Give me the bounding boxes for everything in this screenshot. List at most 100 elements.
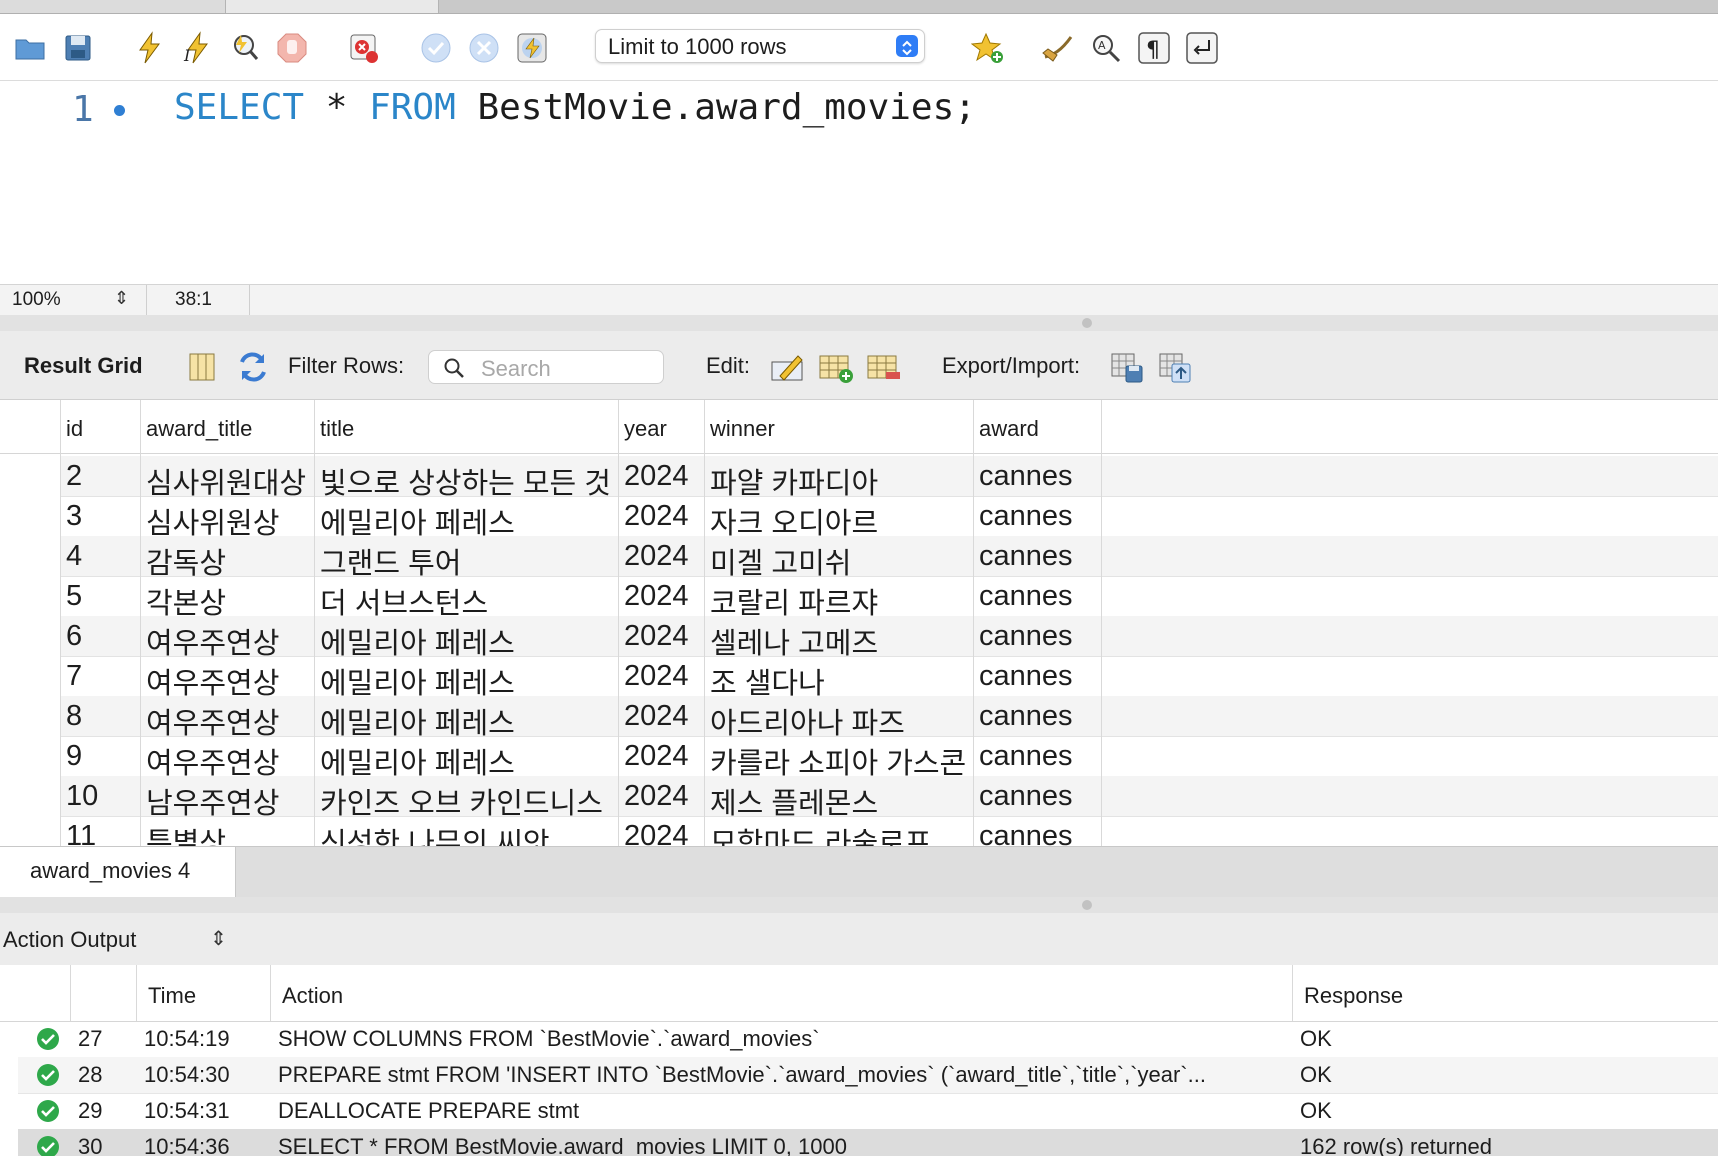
filter-search-input[interactable]: Search (428, 350, 664, 384)
tab-award-movies[interactable]: award_movies 4 (0, 847, 236, 897)
cell-year[interactable]: 2024 (624, 780, 689, 813)
cell-award[interactable]: cannes (979, 820, 1073, 846)
zoom-level[interactable]: 100% (12, 289, 61, 311)
cell-award[interactable]: cannes (979, 580, 1073, 613)
export-icon[interactable] (1108, 348, 1146, 386)
cell-year[interactable]: 2024 (624, 700, 689, 733)
row-header[interactable] (18, 816, 61, 846)
explain-icon[interactable] (226, 30, 262, 66)
cell-award-title[interactable]: 특별상 (146, 820, 226, 846)
refresh-icon[interactable] (234, 348, 272, 386)
import-icon[interactable] (1156, 348, 1194, 386)
cell-id[interactable]: 9 (66, 740, 82, 773)
cell-id[interactable]: 4 (66, 540, 82, 573)
cell-award[interactable]: cannes (979, 660, 1073, 693)
grid-layout-icon[interactable] (184, 348, 222, 386)
find-icon[interactable]: A (1088, 30, 1124, 66)
column-header-award-title[interactable]: award_title (140, 416, 252, 442)
cell-id[interactable]: 11 (66, 820, 96, 846)
splitter-handle[interactable] (0, 897, 1718, 913)
table-row[interactable]: 3 심사위원상 에밀리아 페레스 2024 자크 오디아르 cannes (18, 496, 1718, 540)
tab-active[interactable] (226, 0, 439, 13)
table-row[interactable]: 7 여우주연상 에밀리아 페레스 2024 조 샐다나 cannes (18, 656, 1718, 700)
rollback-icon[interactable] (466, 30, 502, 66)
execute-icon[interactable] (132, 30, 168, 66)
output-row[interactable]: 27 10:54:19 SHOW COLUMNS FROM `BestMovie`.… (18, 1021, 1718, 1058)
sql-editor[interactable]: 1 SELECT * FROM BestMovie.award_movies; (0, 81, 1718, 284)
table-row[interactable]: 11 특별상 신성한 나무의 씨앗 2024 모함마드 라술로프 cannes (18, 816, 1718, 846)
row-header[interactable] (18, 536, 61, 576)
cell-year[interactable]: 2024 (624, 660, 689, 693)
stop-icon[interactable] (274, 30, 310, 66)
toggle-error-stop-icon[interactable] (346, 30, 382, 66)
cell-award[interactable]: cannes (979, 460, 1073, 493)
column-header-winner[interactable]: winner (704, 416, 775, 442)
insert-row-icon[interactable] (816, 348, 854, 386)
bookmark-icon[interactable] (970, 30, 1006, 66)
column-header-time[interactable]: Time (148, 983, 196, 1009)
cell-year[interactable]: 2024 (624, 820, 689, 846)
cell-id[interactable]: 3 (66, 500, 82, 533)
row-header[interactable] (18, 696, 61, 736)
cell-award[interactable]: cannes (979, 620, 1073, 653)
column-header-action[interactable]: Action (282, 983, 343, 1009)
row-header[interactable] (18, 776, 61, 816)
table-row[interactable]: 8 여우주연상 에밀리아 페레스 2024 아드리아나 파즈 cannes (18, 696, 1718, 740)
cell-award[interactable]: cannes (979, 740, 1073, 773)
column-header-year[interactable]: year (618, 416, 667, 442)
open-folder-icon[interactable] (12, 30, 48, 66)
cell-id[interactable]: 7 (66, 660, 82, 693)
delete-row-icon[interactable] (864, 348, 902, 386)
cell-award[interactable]: cannes (979, 780, 1073, 813)
cell-id[interactable]: 8 (66, 700, 82, 733)
row-header[interactable] (18, 656, 61, 696)
output-type-select[interactable]: Action Output (3, 927, 136, 953)
tab-left[interactable] (0, 0, 226, 13)
cell-year[interactable]: 2024 (624, 540, 689, 573)
cell-award[interactable]: cannes (979, 500, 1073, 533)
sql-statement[interactable]: SELECT * FROM BestMovie.award_movies; (174, 87, 976, 128)
cell-year[interactable]: 2024 (624, 740, 689, 773)
cell-award[interactable]: cannes (979, 700, 1073, 733)
wrap-icon[interactable] (1184, 30, 1220, 66)
cell-id[interactable]: 5 (66, 580, 82, 613)
column-header-id[interactable]: id (60, 416, 83, 442)
commit-icon[interactable] (418, 30, 454, 66)
column-header-award[interactable]: award (973, 416, 1039, 442)
row-header[interactable] (18, 496, 61, 536)
table-row[interactable]: 6 여우주연상 에밀리아 페레스 2024 셀레나 고메즈 cannes (18, 616, 1718, 660)
cell-award[interactable]: cannes (979, 540, 1073, 573)
output-row[interactable]: 28 10:54:30 PREPARE stmt FROM 'INSERT INTO… (18, 1057, 1718, 1094)
column-header-title[interactable]: title (314, 416, 354, 442)
splitter-handle[interactable] (0, 315, 1718, 331)
table-row[interactable]: 4 감독상 그랜드 투어 2024 미겔 고미쉬 cannes (18, 536, 1718, 580)
cell-year[interactable]: 2024 (624, 580, 689, 613)
cell-title[interactable]: 신성한 나무의 씨앗 (320, 820, 550, 846)
output-row[interactable]: 30 10:54:36 SELECT * FROM BestMovie.award_… (18, 1129, 1718, 1156)
beautify-icon[interactable] (1040, 30, 1076, 66)
cell-winner[interactable]: 모함마드 라술로프 (710, 820, 932, 846)
row-header[interactable] (18, 736, 61, 776)
table-row[interactable]: 5 각본상 더 서브스턴스 2024 코랄리 파르쟈 cannes (18, 576, 1718, 620)
save-icon[interactable] (60, 30, 96, 66)
output-row[interactable]: 29 10:54:31 DEALLOCATE PREPARE stmt OK (18, 1093, 1718, 1130)
cell-year[interactable]: 2024 (624, 460, 689, 493)
edit-row-icon[interactable] (768, 348, 806, 386)
chevron-updown-icon[interactable]: ⇕ (210, 926, 227, 951)
row-header[interactable] (18, 456, 61, 496)
row-header[interactable] (18, 576, 61, 616)
cell-id[interactable]: 2 (66, 460, 82, 493)
table-row[interactable]: 10 남우주연상 카인즈 오브 카인드니스 2024 제스 플레몬스 cannes (18, 776, 1718, 820)
table-row[interactable]: 2 심사위원대상 빛으로 상상하는 모든 것 2024 파얄 카파디아 cannes (18, 456, 1718, 500)
cell-id[interactable]: 6 (66, 620, 82, 653)
table-row[interactable]: 9 여우주연상 에밀리아 페레스 2024 카를라 소피아 가스콘 cannes (18, 736, 1718, 780)
limit-rows-select[interactable]: Limit to 1000 rows (595, 29, 925, 63)
chevron-updown-icon[interactable]: ⇕ (114, 288, 129, 309)
row-header[interactable] (18, 616, 61, 656)
result-grid[interactable]: id award_title title year winner award 2… (0, 400, 1718, 846)
column-header-response[interactable]: Response (1304, 983, 1403, 1009)
cell-year[interactable]: 2024 (624, 620, 689, 653)
autocommit-icon[interactable] (514, 30, 550, 66)
execute-current-icon[interactable]: I (178, 30, 214, 66)
cell-year[interactable]: 2024 (624, 500, 689, 533)
